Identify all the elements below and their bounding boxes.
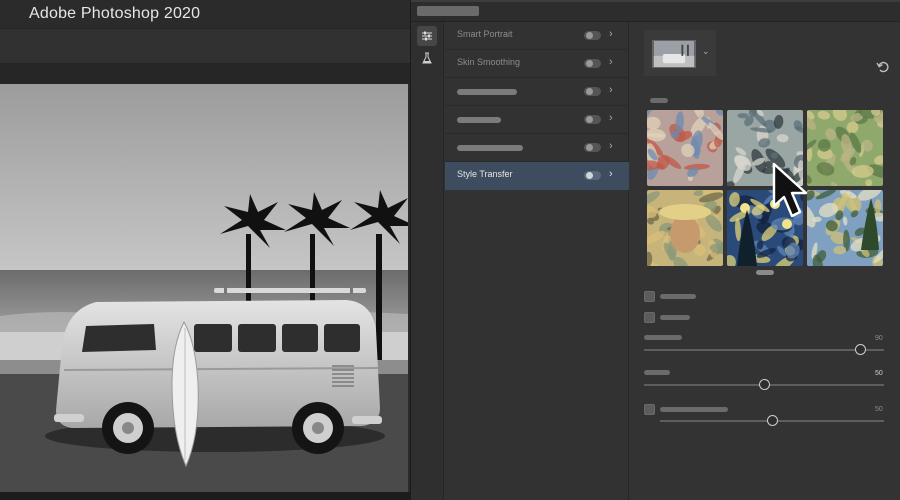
style-thumbnail-starry-night[interactable] [727,190,803,266]
option-label-placeholder [660,407,728,412]
filter-label: Style Transfer [457,169,513,179]
filter-detail-pane: ⌄ 90 50 50 [630,22,900,500]
chevron-right-icon[interactable]: › [609,28,613,40]
slider-thumb[interactable] [854,344,866,355]
style-thumbnail-grid [647,110,885,270]
option-label-placeholder [660,294,696,299]
style-thumbnail-landscape-village[interactable] [807,110,883,186]
chevron-right-icon[interactable]: › [609,84,613,96]
filter-row-placeholder-2[interactable]: › [445,106,629,134]
filter-toggle[interactable] [584,31,601,40]
filter-label: Smart Portrait [457,29,513,39]
option-label-placeholder [660,315,690,320]
chevron-right-icon[interactable]: › [609,112,613,124]
option-checkbox-2[interactable] [644,312,655,323]
chevron-right-icon[interactable]: › [609,168,613,180]
filter-row-placeholder-1[interactable]: › [445,78,629,106]
undo-icon[interactable] [876,60,890,74]
filter-toggle[interactable] [584,59,601,68]
style-thumbnail-abstract-composition[interactable] [647,110,723,186]
chevron-right-icon[interactable]: › [609,56,613,68]
panel-top-line [411,0,900,2]
option-checkbox-3[interactable] [644,404,655,415]
slider-thumb[interactable] [758,379,770,390]
chevron-down-icon: ⌄ [702,46,710,56]
slider-value: 90 [875,335,883,342]
sliders-icon[interactable] [417,26,437,46]
style-thumbnail-cubist-abstract[interactable] [727,110,803,186]
slider-label-placeholder [644,335,682,340]
slider-thumb[interactable] [766,415,778,426]
filter-row-placeholder-3[interactable]: › [445,134,629,162]
chevron-right-icon[interactable]: › [609,140,613,152]
preset-thumbnail [652,40,696,68]
preset-dropdown[interactable]: ⌄ [644,30,716,76]
panel-header [411,0,900,22]
neural-filters-panel: Smart Portrait › Skin Smoothing › › › › … [410,0,900,500]
photo-canvas[interactable] [0,84,408,492]
app-title: Adobe Photoshop 2020 [29,5,201,22]
panel-tab[interactable] [417,6,479,16]
filter-row-style-transfer[interactable]: Style Transfer › [445,162,629,190]
canvas-bottom-edge [0,492,410,500]
style-thumbnail-van-gogh-self-portrait[interactable] [647,190,723,266]
options-bar [0,28,410,64]
filter-toggle[interactable] [584,87,601,96]
filter-row-smart-portrait[interactable]: Smart Portrait › [445,22,629,50]
filter-label-placeholder [457,89,517,95]
filter-row-skin-smoothing[interactable]: Skin Smoothing › [445,50,629,78]
document-area: Adobe Photoshop 2020 [0,0,410,500]
tool-column [411,22,444,500]
filter-toggle[interactable] [584,143,601,152]
filter-toggle[interactable] [584,115,601,124]
filter-toggle[interactable] [584,171,601,180]
style-thumbnail-wheat-field-cypresses[interactable] [807,190,883,266]
filter-label-placeholder [457,117,501,123]
section-label-placeholder [650,98,668,103]
slider-value: 50 [875,370,883,377]
filter-label: Skin Smoothing [457,57,521,67]
filter-label-placeholder [457,145,523,151]
canvas-tab-strip [0,64,410,84]
option-checkbox-1[interactable] [644,291,655,302]
grid-pagination-indicator[interactable] [756,270,774,275]
slider-value: 50 [875,406,883,413]
slider-label-placeholder [644,370,670,375]
filter-list: Smart Portrait › Skin Smoothing › › › › … [445,22,629,500]
beaker-icon[interactable] [417,48,437,68]
slider-track[interactable] [644,349,884,351]
